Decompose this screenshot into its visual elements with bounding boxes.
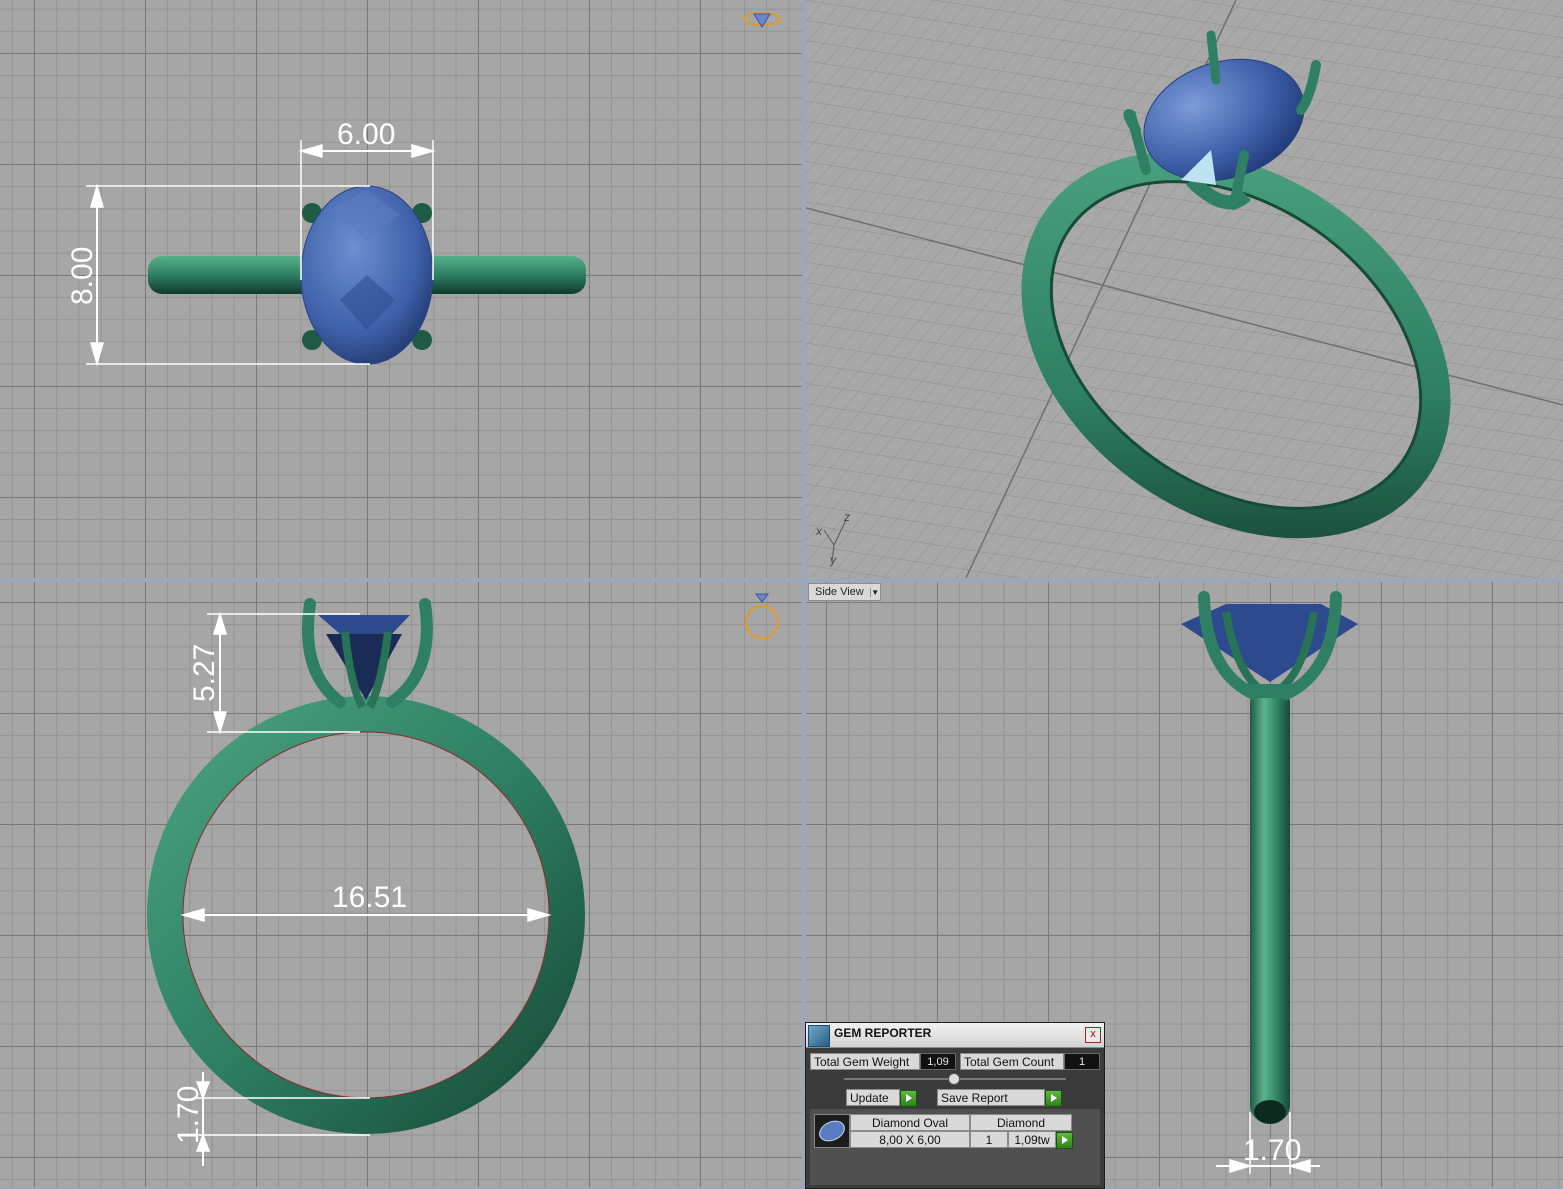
perspective-view-drawing xyxy=(806,0,1563,578)
axis-x-label: x xyxy=(816,524,822,538)
save-report-play-icon[interactable] xyxy=(1045,1090,1062,1107)
inner-diameter-dimension-label: 16.51 xyxy=(332,881,408,914)
gem-reporter-title: GEM REPORTER xyxy=(834,1026,932,1040)
total-gem-count-value: 1 xyxy=(1064,1053,1100,1070)
gem-material-cell: Diamond xyxy=(970,1114,1072,1131)
top-viewport[interactable]: 6.00 8.00 xyxy=(0,0,802,578)
ring-shank xyxy=(1250,687,1290,1122)
band-thickness-dimension-label: 1.70 xyxy=(172,1085,205,1144)
axis-y-label: y xyxy=(830,553,836,567)
save-report-button[interactable]: Save Report xyxy=(937,1089,1045,1106)
width-dimension-label: 6.00 xyxy=(337,118,396,151)
gem-reporter-logo-icon xyxy=(808,1025,830,1047)
gem-weight-cell: 1,09tw xyxy=(1008,1131,1056,1148)
perspective-viewport[interactable]: z x y xyxy=(806,0,1563,578)
front-viewport[interactable]: 5.27 16.51 1.70 xyxy=(0,582,802,1187)
gem-top xyxy=(318,615,410,634)
view-orientation-icon xyxy=(743,12,781,28)
total-gem-weight-label: Total Gem Weight xyxy=(810,1053,920,1070)
gem-count-cell: 1 xyxy=(970,1131,1008,1148)
gem-row-play-icon[interactable] xyxy=(1056,1132,1073,1149)
head-collar xyxy=(1244,684,1296,698)
close-button[interactable]: x xyxy=(1085,1027,1101,1043)
gem-pavilion xyxy=(326,634,402,700)
height-dimension-label: 5.27 xyxy=(188,643,221,702)
gem-thumbnail-icon[interactable] xyxy=(814,1114,850,1148)
view-orientation-icon xyxy=(745,593,779,639)
oval-gem-icon xyxy=(819,1120,845,1142)
top-view-drawing xyxy=(86,12,781,367)
gem-reporter-panel: GEM REPORTER x Total Gem Weight 1,09 Tot… xyxy=(805,1022,1105,1189)
length-dimension-label: 8.00 xyxy=(66,246,99,305)
band-width-dimension-label: 1.70 xyxy=(1243,1134,1302,1167)
update-button[interactable]: Update xyxy=(846,1089,900,1106)
prong xyxy=(1206,30,1221,85)
gem-shape-cell: Diamond Oval xyxy=(850,1114,970,1131)
gem-size-cell: 8,00 X 6,00 xyxy=(850,1131,970,1148)
gem-reporter-titlebar[interactable]: GEM REPORTER x xyxy=(806,1023,1104,1048)
axis-z-label: z xyxy=(844,510,850,524)
total-gem-count-label: Total Gem Count xyxy=(960,1053,1064,1070)
update-play-icon[interactable] xyxy=(900,1090,917,1107)
total-gem-weight-value: 1,09 xyxy=(920,1053,956,1070)
report-slider-handle[interactable] xyxy=(948,1073,960,1085)
